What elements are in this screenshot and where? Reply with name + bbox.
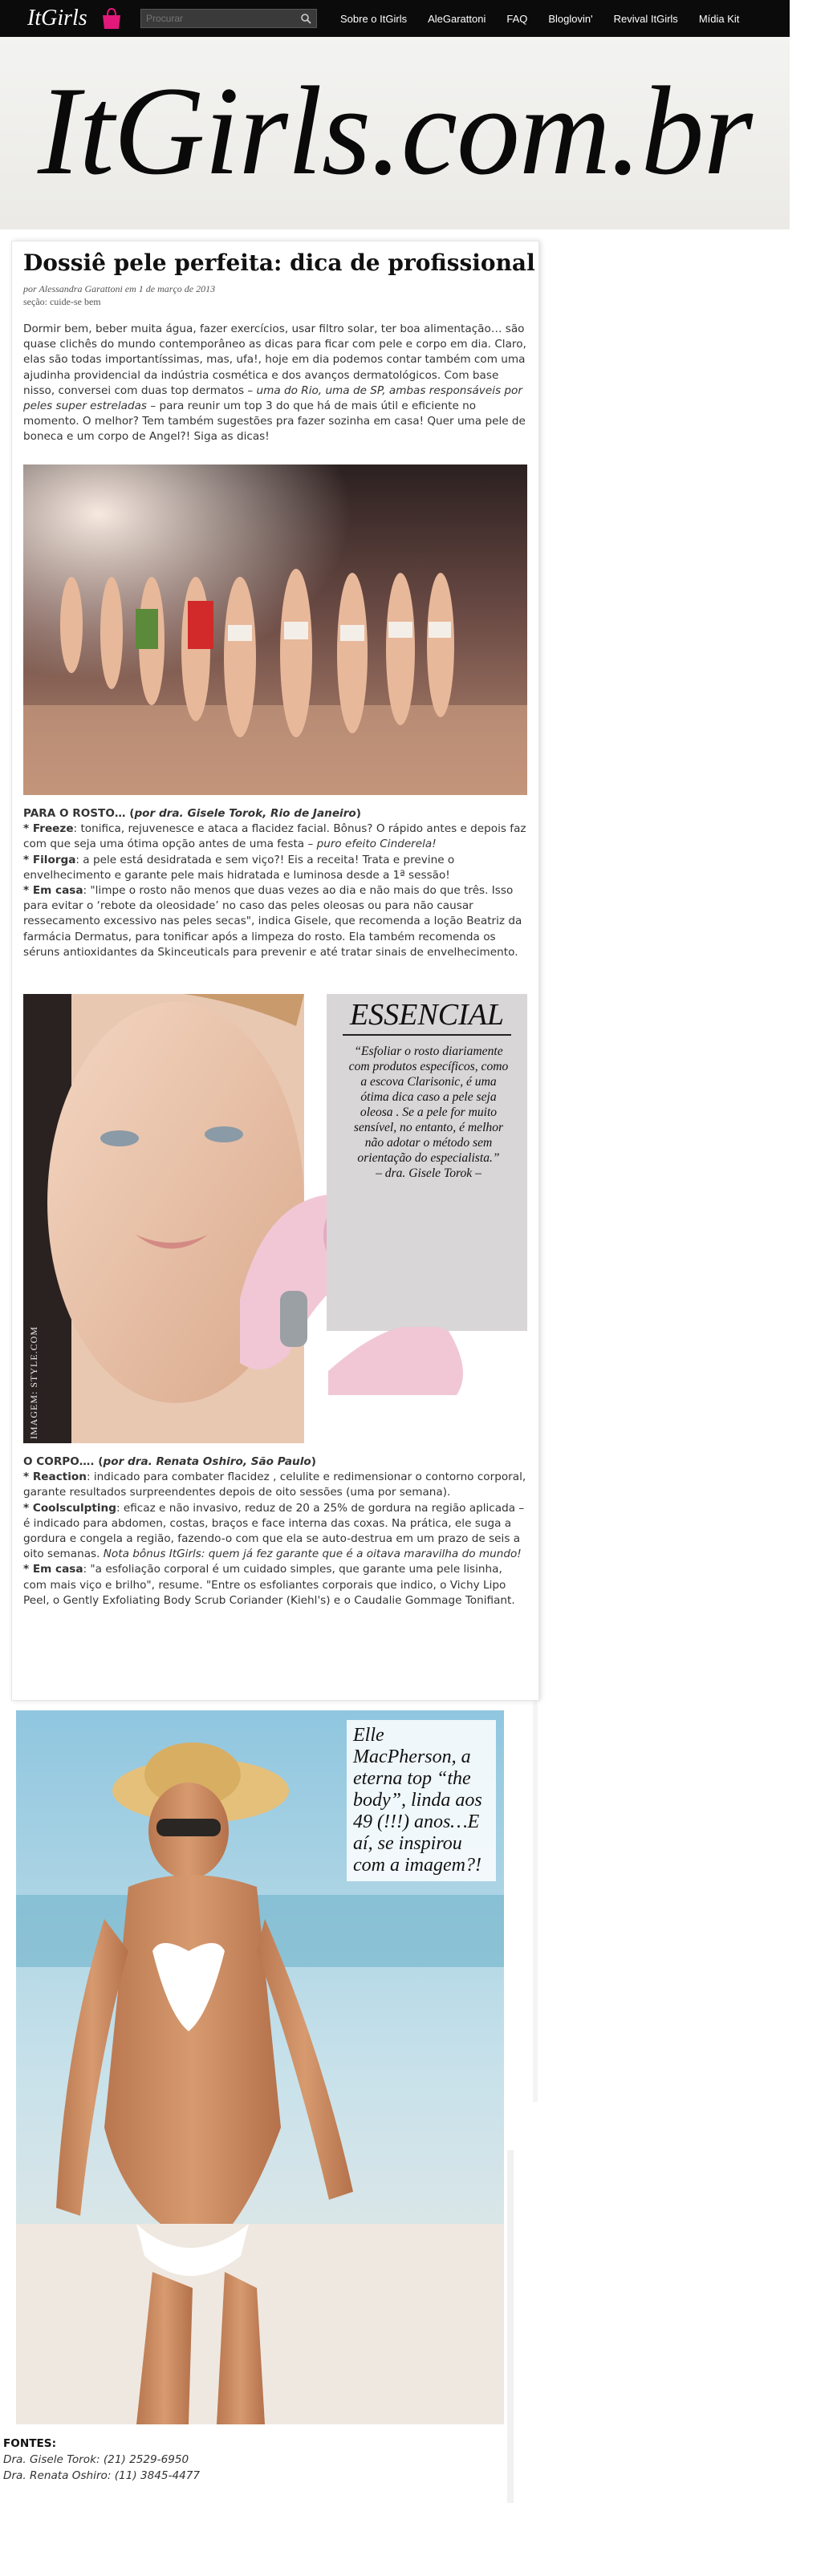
face-tips: PARA O ROSTO… (por dra. Gisele Torok, Ri…: [23, 806, 527, 960]
text-run: ): [311, 1455, 316, 1468]
text-run: * Reaction: [23, 1471, 87, 1484]
essencial-quote-author: – dra. Gisele Torok –: [376, 1166, 481, 1180]
source-renata: Dra. Renata Oshiro: (11) 3845-4477: [3, 2469, 201, 2482]
post-section[interactable]: seção: cuide-se bem: [23, 296, 101, 308]
text-run: O CORPO…. (: [23, 1455, 104, 1468]
search-icon[interactable]: [300, 13, 311, 24]
banner-title: ItGirls.com.br: [37, 61, 753, 201]
text-run: * Coolsculpting: [23, 1501, 116, 1515]
essencial-image: ESSENCIAL “Esfoliar o rosto diariamente …: [12, 994, 527, 1443]
body-tips: O CORPO…. (por dra. Renata Oshiro, São P…: [23, 1454, 527, 1608]
essencial-title: ESSENCIAL: [349, 998, 505, 1032]
text-run: : "a esfoliação corporal é um cuidado si…: [23, 1563, 515, 1607]
sources-heading: FONTES:: [3, 2437, 57, 2450]
sources-block: FONTES: Dra. Gisele Torok: (21) 2529-695…: [3, 2436, 200, 2484]
essencial-box: ESSENCIAL “Esfoliar o rosto diariamente …: [327, 994, 527, 1327]
runway-photo: [23, 464, 527, 795]
text-run: * Em casa: [23, 1563, 83, 1576]
nav-item-alegarattoni[interactable]: AleGarattoni: [428, 13, 486, 25]
post-article: Dossiê pele perfeita: dica de profission…: [11, 241, 539, 1701]
text-run: por dra. Renata Oshiro, São Paulo: [103, 1455, 311, 1468]
source-gisele: Dra. Gisele Torok: (21) 2529-6950: [3, 2453, 189, 2466]
nav-item-midia-kit[interactable]: Mídia Kit: [699, 13, 740, 25]
text-run: : a pele está desidratada e sem viço?! E…: [23, 853, 455, 882]
post-title[interactable]: Dossiê pele perfeita: dica de profission…: [23, 249, 535, 276]
post-intro: Dormir bem, beber muita água, fazer exer…: [23, 322, 527, 445]
essencial-quote: “Esfoliar o rosto diariamente com produt…: [346, 1044, 511, 1181]
image-credit: IMAGEM: STYLE.COM: [28, 1325, 39, 1439]
top-nav-bar: ItGirls Sobre o ItGirls AleGarattoni FAQ…: [0, 0, 790, 37]
shopping-bag-icon: [103, 7, 120, 29]
site-banner[interactable]: ItGirls.com.br: [0, 37, 790, 229]
essencial-divider: [343, 1034, 511, 1036]
text-run: Nota bônus ItGirls: quem já fez garante …: [103, 1548, 522, 1561]
text-run: PARA O ROSTO… (: [23, 807, 135, 820]
elle-macpherson-photo: Elle MacPherson, a eterna top “the body”…: [16, 1710, 504, 2424]
elle-caption: Elle MacPherson, a eterna top “the body”…: [347, 1720, 496, 1881]
text-run: ): [356, 807, 361, 820]
text-run: * Filorga: [23, 853, 76, 866]
nav-item-sobre[interactable]: Sobre o ItGirls: [340, 13, 407, 25]
text-run: * Em casa: [23, 884, 83, 898]
text-run: puro efeito Cinderela!: [316, 838, 437, 851]
text-run: * Freeze: [23, 822, 74, 836]
text-run: : "limpe o rosto não menos que duas veze…: [23, 884, 522, 959]
search-box: [140, 9, 317, 28]
nav-item-bloglovin[interactable]: Bloglovin': [548, 13, 592, 25]
essencial-quote-text: “Esfoliar o rosto diariamente com produt…: [348, 1045, 509, 1165]
post-byline: por Alessandra Garattoni em 1 de março d…: [23, 283, 216, 294]
column-shadow-2: [507, 2150, 514, 2503]
site-logo[interactable]: ItGirls: [27, 5, 87, 32]
text-run: por dra. Gisele Torok, Rio de Janeiro: [134, 807, 356, 820]
nav-item-faq[interactable]: FAQ: [506, 13, 527, 25]
nav-item-revival[interactable]: Revival ItGirls: [614, 13, 678, 25]
search-input[interactable]: [146, 12, 291, 25]
main-nav: Sobre o ItGirls AleGarattoni FAQ Bloglov…: [340, 0, 760, 37]
text-run: : indicado para combater flacidez , celu…: [23, 1471, 526, 1499]
text-run: : tonifica, rejuvenesce e ataca a flacid…: [23, 822, 526, 851]
